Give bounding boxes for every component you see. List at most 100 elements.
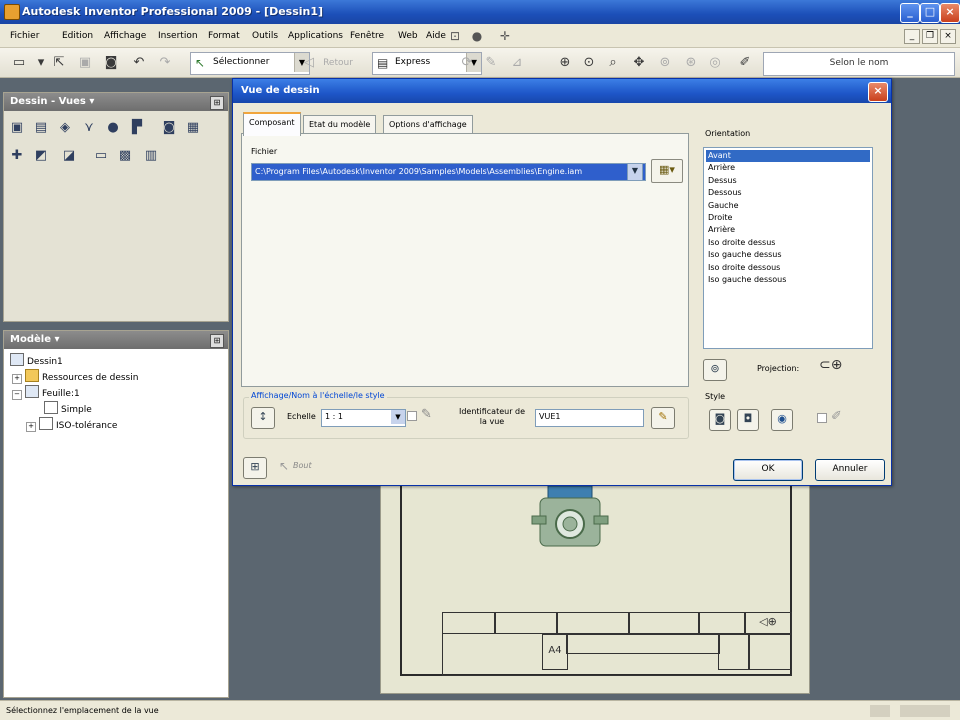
orbit-icon[interactable]: ⊛: [682, 54, 700, 72]
menu-outils[interactable]: Outils: [252, 31, 278, 41]
style-checkbox[interactable]: [817, 413, 827, 423]
close-button[interactable]: ×: [940, 3, 960, 23]
help-icon[interactable]: ●: [470, 29, 484, 43]
section-view-icon[interactable]: ⋎: [80, 119, 98, 137]
orientation-item[interactable]: Droite: [706, 212, 870, 224]
tab-composant[interactable]: Composant: [243, 112, 301, 136]
create-view-icon[interactable]: ▩: [116, 147, 134, 165]
menu-web[interactable]: Web: [398, 31, 418, 41]
scale-select[interactable]: 1 : 1 ▼: [321, 409, 406, 427]
select-dropdown[interactable]: ↖ Sélectionner ▼: [190, 52, 310, 75]
dialog-help-button[interactable]: ⊞: [243, 457, 267, 479]
paint-icon[interactable]: ✐: [736, 54, 754, 72]
scale-label-checkbox[interactable]: [407, 411, 417, 421]
model-panel-header[interactable]: Modèle ▾ ⊞: [4, 331, 228, 349]
menu-fichier[interactable]: Fichier: [10, 31, 39, 41]
auxiliary-view-icon[interactable]: ◈: [56, 119, 74, 137]
zoom-all-icon[interactable]: ⊕: [556, 54, 574, 72]
dialog-title-bar[interactable]: Vue de dessin ×: [233, 79, 891, 103]
tree-item-feuille[interactable]: − Feuille:1: [12, 385, 80, 400]
view-label-visibility-button[interactable]: ↕: [251, 407, 275, 429]
save-icon[interactable]: ◙: [102, 54, 120, 72]
bout-label[interactable]: Bout: [293, 461, 312, 470]
menu-fenetre[interactable]: Fenêtre: [350, 31, 384, 41]
doc-minimize-button[interactable]: _: [904, 29, 920, 44]
edit-label-icon[interactable]: ✎: [421, 407, 432, 422]
save-disabled-icon[interactable]: ▣: [76, 54, 94, 72]
slice-icon[interactable]: ◩: [32, 147, 50, 165]
orientation-item[interactable]: Dessus: [706, 175, 870, 187]
pick-icon[interactable]: ↖: [279, 459, 289, 473]
tab-options-affichage[interactable]: Options d'affichage: [383, 115, 473, 134]
tree-item-ressources[interactable]: + Ressources de dessin: [12, 369, 138, 384]
new-sheet-icon[interactable]: ▭: [92, 147, 110, 165]
menu-aide[interactable]: Aide: [426, 31, 446, 41]
break-out-icon[interactable]: ✚: [8, 147, 26, 165]
tab-etat-du-modele[interactable]: Etat du modèle: [303, 115, 377, 134]
search-by-name-input[interactable]: Selon le nom: [763, 52, 955, 76]
expand-icon[interactable]: +: [26, 422, 36, 432]
orientation-item[interactable]: Iso droite dessous: [706, 262, 870, 274]
detail-view-icon[interactable]: ●: [104, 119, 122, 137]
cancel-button[interactable]: Annuler: [815, 459, 885, 481]
zoom-icon[interactable]: ⊙: [580, 54, 598, 72]
open-icon[interactable]: ⇱: [50, 54, 68, 72]
view-identifier-input[interactable]: VUE1: [535, 409, 644, 427]
projection-symbol-icon[interactable]: ⊂⊕: [819, 357, 842, 373]
update-icon[interactable]: ⟳: [458, 54, 476, 72]
tree-item-dessin1[interactable]: Dessin1: [10, 353, 63, 367]
chevron-down-icon[interactable]: ▼: [627, 163, 643, 181]
return-icon[interactable]: ◁: [300, 54, 318, 72]
tree-item-iso-tolerance[interactable]: + ISO-tolérance: [26, 417, 117, 432]
expand-icon[interactable]: +: [12, 374, 22, 384]
collapse-icon[interactable]: −: [12, 390, 22, 400]
edit-view-label-button[interactable]: ✎: [651, 407, 675, 429]
orientation-item[interactable]: Iso droite dessus: [706, 237, 870, 249]
return-label[interactable]: Retour: [318, 54, 358, 72]
crop-icon[interactable]: ◪: [60, 147, 78, 165]
orientation-item[interactable]: Arrière: [706, 224, 870, 236]
edit-icon[interactable]: ✎: [482, 54, 500, 72]
tree-item-simple[interactable]: Simple: [44, 401, 92, 415]
redo-icon[interactable]: ↷: [156, 54, 174, 72]
dialog-close-button[interactable]: ×: [868, 82, 888, 102]
zoom-selected-icon[interactable]: ⊚: [656, 54, 674, 72]
edit-style-icon[interactable]: ✐: [831, 409, 842, 424]
hidden-lines-removed-button[interactable]: ◘: [737, 409, 759, 431]
change-view-orientation-button[interactable]: ⊚: [703, 359, 727, 381]
orientation-item[interactable]: Iso gauche dessous: [706, 274, 870, 286]
menu-applications[interactable]: Applications: [288, 31, 343, 41]
menu-format[interactable]: Format: [208, 31, 240, 41]
zoom-window-icon[interactable]: ⌕: [604, 54, 622, 72]
doc-close-button[interactable]: ×: [940, 29, 956, 44]
ok-button[interactable]: OK: [733, 459, 803, 481]
projected-view-icon[interactable]: ▤: [32, 119, 50, 137]
menu-edition[interactable]: Edition: [62, 31, 93, 41]
sheet-format-icon[interactable]: ▥: [142, 147, 160, 165]
orientation-item[interactable]: Arrière: [706, 162, 870, 174]
minimize-button[interactable]: _: [900, 3, 920, 23]
pin-icon[interactable]: ⊞: [210, 334, 224, 348]
orientation-item[interactable]: Avant: [706, 150, 870, 162]
shaded-button[interactable]: ◉: [771, 409, 793, 431]
draft-view-icon[interactable]: ▦: [184, 119, 202, 137]
look-at-icon[interactable]: ◎: [706, 54, 724, 72]
doc-restore-button[interactable]: ❐: [922, 29, 938, 44]
measure-icon[interactable]: ⊿: [508, 54, 526, 72]
project-icon[interactable]: ⊡: [448, 29, 462, 43]
menu-insertion[interactable]: Insertion: [158, 31, 198, 41]
drawing-views-panel-header[interactable]: Dessin - Vues ▾ ⊞: [4, 93, 228, 111]
orientation-item[interactable]: Dessous: [706, 187, 870, 199]
menu-affichage[interactable]: Affichage: [104, 31, 146, 41]
orientation-list[interactable]: Avant Arrière Dessus Dessous Gauche Droite Arr…: [703, 147, 873, 349]
orientation-item[interactable]: Gauche: [706, 200, 870, 212]
undo-icon[interactable]: ↶: [130, 54, 148, 72]
orientation-item[interactable]: Iso gauche dessus: [706, 249, 870, 261]
open-existing-file-button[interactable]: ▦▾: [651, 159, 683, 183]
base-view-icon[interactable]: ▣: [8, 119, 26, 137]
broken-view-icon[interactable]: ▛: [128, 119, 146, 137]
crosshair-icon[interactable]: ✛: [498, 29, 512, 43]
new-dropdown-icon[interactable]: ▾: [32, 54, 50, 72]
pin-icon[interactable]: ⊞: [210, 96, 224, 110]
overlay-view-icon[interactable]: ◙: [160, 119, 178, 137]
